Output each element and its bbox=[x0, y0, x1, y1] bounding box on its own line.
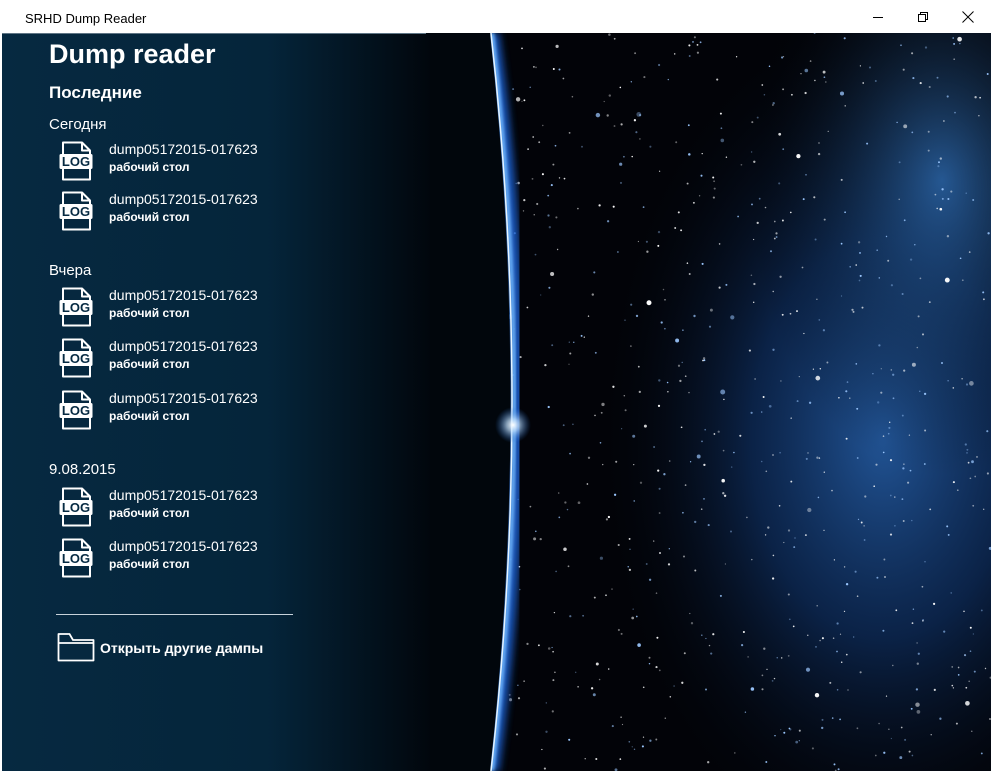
file-name: dump05172015-017623 bbox=[109, 487, 258, 503]
file-location: рабочий стол bbox=[109, 409, 190, 423]
restore-button[interactable] bbox=[900, 0, 946, 33]
file-name: dump05172015-017623 bbox=[109, 287, 258, 303]
file-name: dump05172015-017623 bbox=[109, 538, 258, 554]
group-label: Вчера bbox=[49, 262, 92, 279]
log-file-icon: LOG bbox=[59, 390, 93, 430]
file-name: dump05172015-017623 bbox=[109, 191, 258, 207]
file-name: dump05172015-017623 bbox=[109, 141, 258, 157]
panel-top-line bbox=[2, 33, 426, 34]
app-title: Dump reader bbox=[49, 39, 216, 69]
svg-text:LOG: LOG bbox=[62, 500, 90, 515]
restore-icon bbox=[918, 11, 928, 22]
recent-file-item[interactable]: LOG dump05172015-017623 рабочий стол bbox=[58, 487, 318, 529]
recent-section-title: Последние bbox=[49, 83, 142, 102]
svg-text:LOG: LOG bbox=[62, 154, 90, 169]
recent-file-item[interactable]: LOG dump05172015-017623 рабочий стол bbox=[58, 191, 318, 233]
log-file-icon: LOG bbox=[59, 338, 93, 378]
close-button[interactable] bbox=[945, 0, 991, 33]
file-location: рабочий стол bbox=[109, 210, 190, 224]
recent-file-item[interactable]: LOG dump05172015-017623 рабочий стол bbox=[58, 338, 318, 380]
recent-file-item[interactable]: LOG dump05172015-017623 рабочий стол bbox=[58, 390, 318, 432]
divider bbox=[56, 614, 293, 615]
window-title: SRHD Dump Reader bbox=[25, 11, 147, 26]
file-name: dump05172015-017623 bbox=[109, 390, 258, 406]
svg-text:LOG: LOG bbox=[62, 351, 90, 366]
minimize-button[interactable] bbox=[855, 0, 901, 33]
file-name: dump05172015-017623 bbox=[109, 338, 258, 354]
svg-text:LOG: LOG bbox=[62, 403, 90, 418]
folder-icon bbox=[57, 633, 95, 662]
minimize-icon bbox=[873, 16, 883, 18]
file-location: рабочий стол bbox=[109, 306, 190, 320]
log-file-icon: LOG bbox=[59, 287, 93, 327]
group-label: 9.08.2015 bbox=[49, 461, 116, 478]
file-location: рабочий стол bbox=[109, 357, 190, 371]
app-window: Dump reader Последние Сегодня LOG dump0517… bbox=[2, 33, 991, 771]
svg-text:LOG: LOG bbox=[62, 551, 90, 566]
open-other-dumps-label: Открыть другие дампы bbox=[100, 640, 264, 656]
log-file-icon: LOG bbox=[59, 538, 93, 578]
file-location: рабочий стол bbox=[109, 160, 190, 174]
recent-file-item[interactable]: LOG dump05172015-017623 рабочий стол bbox=[58, 538, 318, 580]
svg-text:LOG: LOG bbox=[62, 204, 90, 219]
recent-panel: Dump reader Последние Сегодня LOG dump0517… bbox=[2, 33, 432, 771]
log-file-icon: LOG bbox=[59, 141, 93, 181]
log-file-icon: LOG bbox=[59, 191, 93, 231]
svg-text:LOG: LOG bbox=[62, 300, 90, 315]
group-label: Сегодня bbox=[49, 116, 107, 133]
log-file-icon: LOG bbox=[59, 487, 93, 527]
open-other-dumps-button[interactable]: Открыть другие дампы bbox=[57, 630, 297, 664]
window-titlebar: SRHD Dump Reader bbox=[0, 0, 993, 33]
close-icon bbox=[962, 10, 974, 23]
recent-file-item[interactable]: LOG dump05172015-017623 рабочий стол bbox=[58, 287, 318, 329]
file-location: рабочий стол bbox=[109, 506, 190, 520]
recent-file-item[interactable]: LOG dump05172015-017623 рабочий стол bbox=[58, 141, 318, 183]
file-location: рабочий стол bbox=[109, 557, 190, 571]
